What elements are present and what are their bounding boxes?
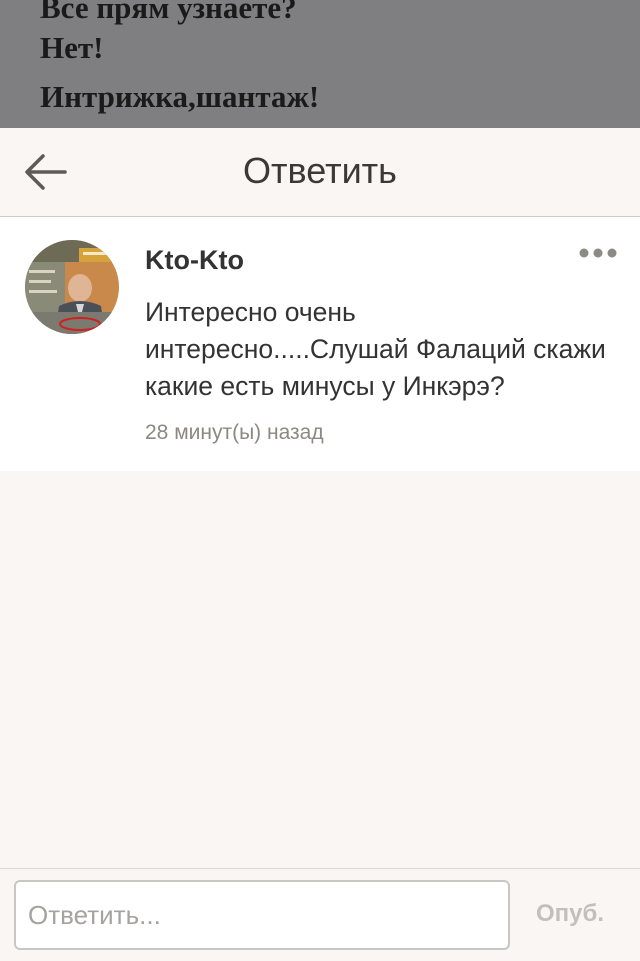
background-post: Все прям узнаете? Нет! Интрижка,шантаж! — [0, 0, 640, 128]
comment-text: Интересно очень интересно.....Слушай Фал… — [145, 297, 606, 401]
more-options-button[interactable] — [574, 240, 622, 266]
back-button[interactable] — [22, 148, 70, 196]
reply-input[interactable] — [14, 880, 510, 950]
background-post-line: Нет! — [40, 30, 104, 65]
avatar[interactable] — [25, 240, 119, 334]
comment-timestamp: 28 минут(ы) назад — [145, 421, 324, 444]
background-post-line: Все прям узнаете? — [40, 0, 297, 25]
comment-author[interactable]: Kto-Kto — [145, 245, 244, 276]
background-post-line: Интрижка,шантаж! — [40, 79, 320, 114]
reply-header: Ответить — [0, 128, 640, 217]
publish-button[interactable]: Опуб. — [536, 900, 604, 928]
arrow-left-icon — [25, 154, 67, 190]
page-title: Ответить — [243, 150, 397, 191]
user-avatar-photo — [25, 240, 119, 334]
more-dots-icon — [579, 248, 617, 258]
